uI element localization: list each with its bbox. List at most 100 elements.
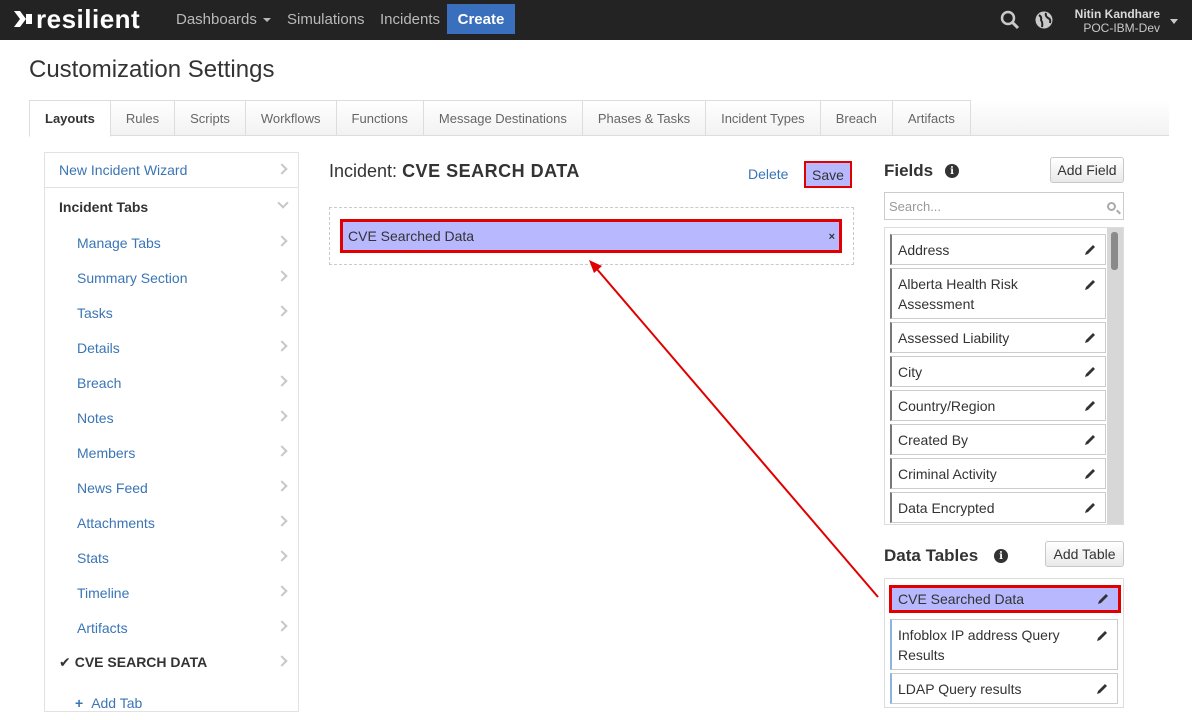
sidebar-item-label: Manage Tabs bbox=[77, 234, 161, 251]
pencil-icon[interactable] bbox=[1096, 592, 1110, 606]
sidebar-item-breach[interactable]: Breach bbox=[45, 365, 298, 400]
tab-layouts[interactable]: Layouts bbox=[29, 100, 111, 137]
search-icon[interactable] bbox=[1000, 10, 1020, 30]
sidebar-item-label: Summary Section bbox=[77, 269, 188, 286]
tab-breach[interactable]: Breach bbox=[820, 100, 893, 136]
pencil-icon[interactable] bbox=[1083, 365, 1097, 379]
tab-functions[interactable]: Functions bbox=[336, 100, 424, 136]
data-table-infoblox-ip-address-query-results[interactable]: Infoblox IP address Query Results bbox=[890, 619, 1118, 670]
tab-scripts[interactable]: Scripts bbox=[175, 100, 246, 136]
sidebar-item-manage-tabs[interactable]: Manage Tabs bbox=[45, 225, 298, 260]
nav-incidents[interactable]: Incidents bbox=[380, 11, 440, 28]
field-assessed-liability[interactable]: Assessed Liability bbox=[890, 322, 1106, 353]
field-label: Assessed Liability bbox=[898, 329, 1010, 346]
field-alberta-health-risk-assessment[interactable]: Alberta Health Risk Assessment bbox=[890, 268, 1106, 319]
info-icon[interactable]: i bbox=[994, 549, 1008, 563]
user-name: Nitin Kandhare bbox=[1074, 7, 1160, 21]
brand-name: resilient bbox=[36, 3, 141, 34]
data-table-label: LDAP Query results bbox=[898, 680, 1022, 697]
sidebar-item-label: New Incident Wizard bbox=[59, 162, 188, 178]
sidebar-item-members[interactable]: Members bbox=[45, 435, 298, 470]
nav-dashboards[interactable]: Dashboards bbox=[176, 11, 271, 28]
user-caret-down-icon[interactable] bbox=[1170, 19, 1178, 24]
remove-icon[interactable]: × bbox=[829, 231, 835, 243]
add-tab-link[interactable]: + Add Tab bbox=[45, 685, 298, 720]
sidebar-item-timeline[interactable]: Timeline bbox=[45, 575, 298, 610]
pencil-icon[interactable] bbox=[1083, 501, 1097, 515]
chevron-right-icon bbox=[276, 480, 288, 492]
field-address[interactable]: Address bbox=[890, 234, 1106, 265]
fields-list[interactable]: Address Alberta Health Risk Assessment A… bbox=[884, 227, 1124, 525]
data-tables-title: Data Tables bbox=[884, 546, 979, 565]
pencil-icon[interactable] bbox=[1083, 243, 1097, 257]
chevron-right-icon bbox=[276, 655, 288, 667]
page-title: Customization Settings bbox=[29, 56, 275, 83]
tab-rules[interactable]: Rules bbox=[110, 100, 176, 136]
sidebar-item-attachments[interactable]: Attachments bbox=[45, 505, 298, 540]
field-label: Alberta Health Risk Assessment bbox=[898, 275, 1018, 312]
data-table-ldap-query-results[interactable]: LDAP Query results bbox=[890, 673, 1118, 704]
chevron-right-icon bbox=[276, 340, 288, 352]
field-label: Criminal Activity bbox=[898, 465, 997, 482]
field-criminal-activity[interactable]: Criminal Activity bbox=[890, 458, 1106, 489]
sidebar-item-details[interactable]: Details bbox=[45, 330, 298, 365]
field-country-region[interactable]: Country/Region bbox=[890, 390, 1106, 421]
pencil-icon[interactable] bbox=[1083, 467, 1097, 481]
scrollbar-thumb[interactable] bbox=[1111, 232, 1118, 270]
pencil-icon[interactable] bbox=[1095, 682, 1109, 696]
nav-simulations[interactable]: Simulations bbox=[287, 11, 365, 28]
user-menu[interactable]: Nitin Kandhare POC-IBM-Dev bbox=[1075, 7, 1160, 35]
delete-link[interactable]: Delete bbox=[748, 166, 788, 182]
fields-search bbox=[884, 192, 1124, 220]
save-button[interactable]: Save bbox=[804, 161, 852, 188]
pencil-icon[interactable] bbox=[1083, 433, 1097, 447]
user-org: POC-IBM-Dev bbox=[1083, 21, 1160, 35]
chevron-right-icon bbox=[276, 585, 288, 597]
sidebar-item-new-incident-wizard[interactable]: New Incident Wizard bbox=[45, 153, 298, 188]
chevron-right-icon bbox=[276, 410, 288, 422]
sidebar-item-summary-section[interactable]: Summary Section bbox=[45, 260, 298, 295]
tab-incident-types[interactable]: Incident Types bbox=[706, 100, 821, 136]
logo-mark-icon bbox=[14, 11, 32, 27]
layout-sidebar: New Incident Wizard Incident Tabs Manage… bbox=[44, 152, 299, 712]
field-data-encrypted[interactable]: Data Encrypted bbox=[890, 492, 1106, 523]
pencil-icon[interactable] bbox=[1083, 399, 1097, 413]
pencil-icon[interactable] bbox=[1083, 278, 1097, 292]
chevron-right-icon bbox=[276, 620, 288, 632]
chevron-right-icon bbox=[276, 375, 288, 387]
tab-phases-tasks[interactable]: Phases & Tasks bbox=[582, 100, 707, 136]
fields-search-input[interactable] bbox=[889, 194, 1089, 218]
sidebar-item-label: Artifacts bbox=[77, 619, 128, 636]
globe-icon[interactable] bbox=[1034, 10, 1054, 30]
add-table-button[interactable]: Add Table bbox=[1045, 541, 1124, 567]
sidebar-item-notes[interactable]: Notes bbox=[45, 400, 298, 435]
info-icon[interactable]: i bbox=[945, 164, 959, 178]
add-field-button[interactable]: Add Field bbox=[1050, 157, 1124, 183]
field-city[interactable]: City bbox=[890, 356, 1106, 387]
data-table-cve-searched-data[interactable]: CVE Searched Data bbox=[889, 585, 1121, 613]
fields-scrollbar[interactable] bbox=[1107, 228, 1123, 524]
create-button[interactable]: Create bbox=[447, 4, 515, 34]
field-label: Data Encrypted bbox=[898, 499, 995, 516]
tab-workflows[interactable]: Workflows bbox=[245, 100, 337, 136]
sidebar-item-incident-tabs[interactable]: Incident Tabs bbox=[45, 189, 298, 224]
field-label: City bbox=[898, 363, 923, 380]
chevron-down-icon bbox=[277, 197, 289, 209]
chevron-right-icon bbox=[276, 515, 288, 527]
sidebar-item-artifacts[interactable]: Artifacts bbox=[45, 610, 298, 645]
chevron-right-icon bbox=[276, 445, 288, 457]
pencil-icon[interactable] bbox=[1083, 331, 1097, 345]
tab-message-destinations[interactable]: Message Destinations bbox=[423, 100, 583, 136]
data-tables-list[interactable]: CVE Searched Data Infoblox IP address Qu… bbox=[884, 578, 1124, 708]
dropped-field-cve-searched-data[interactable]: CVE Searched Data × bbox=[340, 219, 842, 253]
nav-dashboards-label: Dashboards bbox=[176, 11, 257, 28]
pencil-icon[interactable] bbox=[1095, 629, 1109, 643]
field-created-by[interactable]: Created By bbox=[890, 424, 1106, 455]
sidebar-item-stats[interactable]: Stats bbox=[45, 540, 298, 575]
sidebar-item-news-feed[interactable]: News Feed bbox=[45, 470, 298, 505]
incident-title-name: CVE SEARCH DATA bbox=[402, 161, 580, 181]
resilient-logo[interactable]: resilient bbox=[14, 3, 141, 34]
tab-artifacts[interactable]: Artifacts bbox=[892, 100, 971, 136]
sidebar-item-tasks[interactable]: Tasks bbox=[45, 295, 298, 330]
sidebar-item-cve-search-data[interactable]: ✔ CVE SEARCH DATA bbox=[45, 645, 298, 680]
